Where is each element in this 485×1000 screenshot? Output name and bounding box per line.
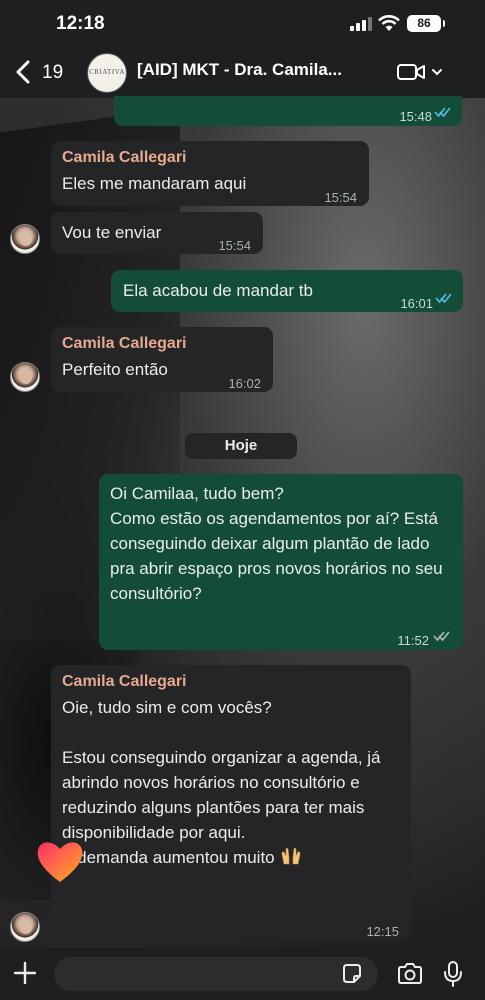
read-check-icon	[434, 107, 451, 118]
back-chevron-icon[interactable]	[14, 60, 32, 84]
message-time: 16:01	[400, 296, 433, 311]
unread-count[interactable]: 19	[42, 62, 63, 84]
message-text: Eles me mandaram aqui	[62, 174, 247, 193]
plus-icon[interactable]	[12, 960, 38, 986]
message-text: Oi Camilaa, tudo bem? Como estão os agen…	[110, 484, 443, 603]
message-bubble-outgoing[interactable]: Ela acabou de mandar tb 16:01	[111, 270, 463, 312]
message-time: 15:48	[399, 109, 432, 124]
status-time: 12:18	[56, 13, 105, 34]
sender-avatar[interactable]	[10, 224, 40, 254]
sender-name: Camila Callegari	[62, 335, 187, 352]
message-time: 16:02	[228, 376, 261, 391]
date-separator: Hoje	[185, 433, 297, 459]
battery-icon: 86	[407, 15, 445, 32]
group-avatar-text: CRIATIVA	[89, 68, 125, 76]
signal-icon	[350, 17, 372, 31]
message-bubble-incoming[interactable]: Camila Callegari Perfeito então 16:02	[51, 327, 273, 392]
delivered-check-icon	[433, 631, 450, 642]
status-bar: 12:18 86	[0, 0, 485, 48]
message-time: 12:15	[366, 924, 399, 939]
message-input-bar	[0, 948, 485, 1000]
message-bubble-incoming[interactable]: Camila Callegari Eles me mandaram aqui 1…	[51, 141, 369, 206]
group-avatar[interactable]: CRIATIVA	[87, 53, 127, 93]
message-text: Perfeito então	[62, 360, 168, 379]
message-text: Oie, tudo sim e com vocês? Estou consegu…	[62, 698, 381, 867]
message-bubble-outgoing[interactable]: 15:48	[114, 96, 462, 126]
message-input[interactable]	[54, 957, 378, 991]
message-text: Vou te enviar	[62, 223, 162, 242]
message-text: Ela acabou de mandar tb	[123, 281, 313, 300]
chat-title[interactable]: [AID] MKT - Dra. Camila...	[137, 60, 377, 80]
message-bubble-outgoing[interactable]: Oi Camilaa, tudo bem? Como estão os agen…	[99, 474, 463, 650]
message-time: 11:52	[397, 633, 429, 648]
microphone-icon[interactable]	[443, 960, 463, 988]
sender-avatar[interactable]	[10, 362, 40, 392]
camera-icon[interactable]	[396, 962, 424, 986]
heart-icon	[37, 842, 83, 882]
video-call-icon[interactable]	[396, 62, 426, 82]
wifi-icon	[378, 15, 400, 31]
message-time: 15:54	[324, 190, 357, 205]
chat-header: 19 CRIATIVA [AID] MKT - Dra. Camila...	[0, 48, 485, 98]
sticker-icon[interactable]	[340, 962, 364, 986]
chevron-down-icon[interactable]	[431, 67, 443, 77]
sender-name: Camila Callegari	[62, 149, 187, 166]
message-bubble-incoming[interactable]: Vou te enviar 15:54	[51, 212, 263, 254]
raised-hands-icon	[282, 847, 301, 865]
message-bubble-incoming[interactable]: Camila Callegari Oie, tudo sim e com voc…	[51, 665, 411, 941]
read-check-icon	[435, 293, 452, 304]
sender-avatar[interactable]	[10, 912, 40, 942]
message-time: 15:54	[218, 238, 251, 253]
sender-name: Camila Callegari	[62, 673, 187, 690]
